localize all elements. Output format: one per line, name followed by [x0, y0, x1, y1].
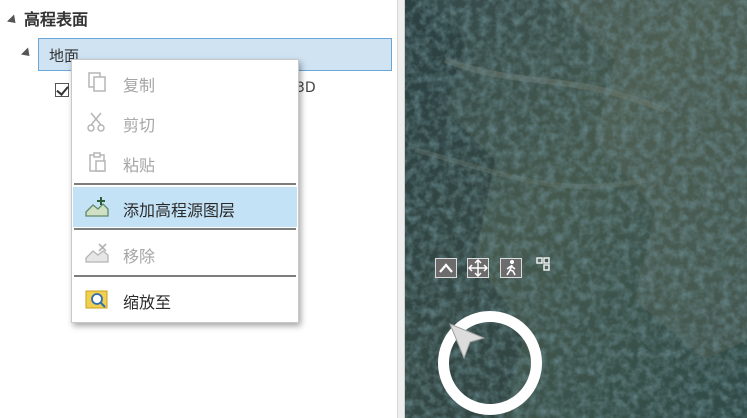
menu-item-label: 粘贴 — [123, 156, 156, 175]
menu-item-label: 缩放至 — [123, 293, 172, 312]
menu-item-zoom-to[interactable]: 缩放至 — [73, 279, 297, 319]
menu-separator — [74, 183, 296, 185]
menu-item-add-elevation-source[interactable]: 添加高程源图层 — [73, 187, 297, 227]
menu-item-label: 移除 — [123, 247, 156, 266]
copy-icon — [85, 71, 109, 93]
menu-item-copy[interactable]: 复制 — [73, 62, 297, 102]
expand-icon[interactable] — [536, 256, 550, 271]
pane-splitter[interactable] — [397, 0, 405, 418]
menu-item-label: 复制 — [123, 76, 156, 95]
zoom-to-icon — [85, 288, 109, 310]
pan-arrows-icon[interactable] — [467, 258, 489, 278]
context-menu: 复制 剪切 粘贴 添加高程源图层 移除 缩放至 — [71, 59, 299, 323]
expand-triangle-icon[interactable] — [6, 14, 20, 27]
tree-group-title: 高程表面 — [24, 10, 89, 29]
menu-item-label: 剪切 — [123, 116, 156, 135]
remove-layer-icon — [85, 242, 109, 264]
menu-item-cut[interactable]: 剪切 — [73, 102, 297, 142]
layer-visibility-checkbox[interactable] — [55, 83, 69, 97]
menu-separator — [74, 228, 296, 230]
walk-icon[interactable] — [500, 258, 522, 278]
chevron-up-icon[interactable] — [435, 258, 457, 278]
menu-item-label: 添加高程源图层 — [123, 201, 236, 220]
expand-triangle-icon[interactable] — [20, 47, 34, 60]
menu-item-remove[interactable]: 移除 — [73, 233, 297, 273]
menu-separator — [74, 275, 296, 277]
clipboard-icon — [85, 151, 109, 173]
compass-pointer-icon — [444, 318, 492, 366]
add-elevation-layer-icon — [85, 196, 109, 218]
scissors-icon — [85, 111, 109, 133]
menu-item-paste[interactable]: 粘贴 — [73, 142, 297, 182]
tree-group-header[interactable]: 高程表面 — [6, 6, 89, 30]
